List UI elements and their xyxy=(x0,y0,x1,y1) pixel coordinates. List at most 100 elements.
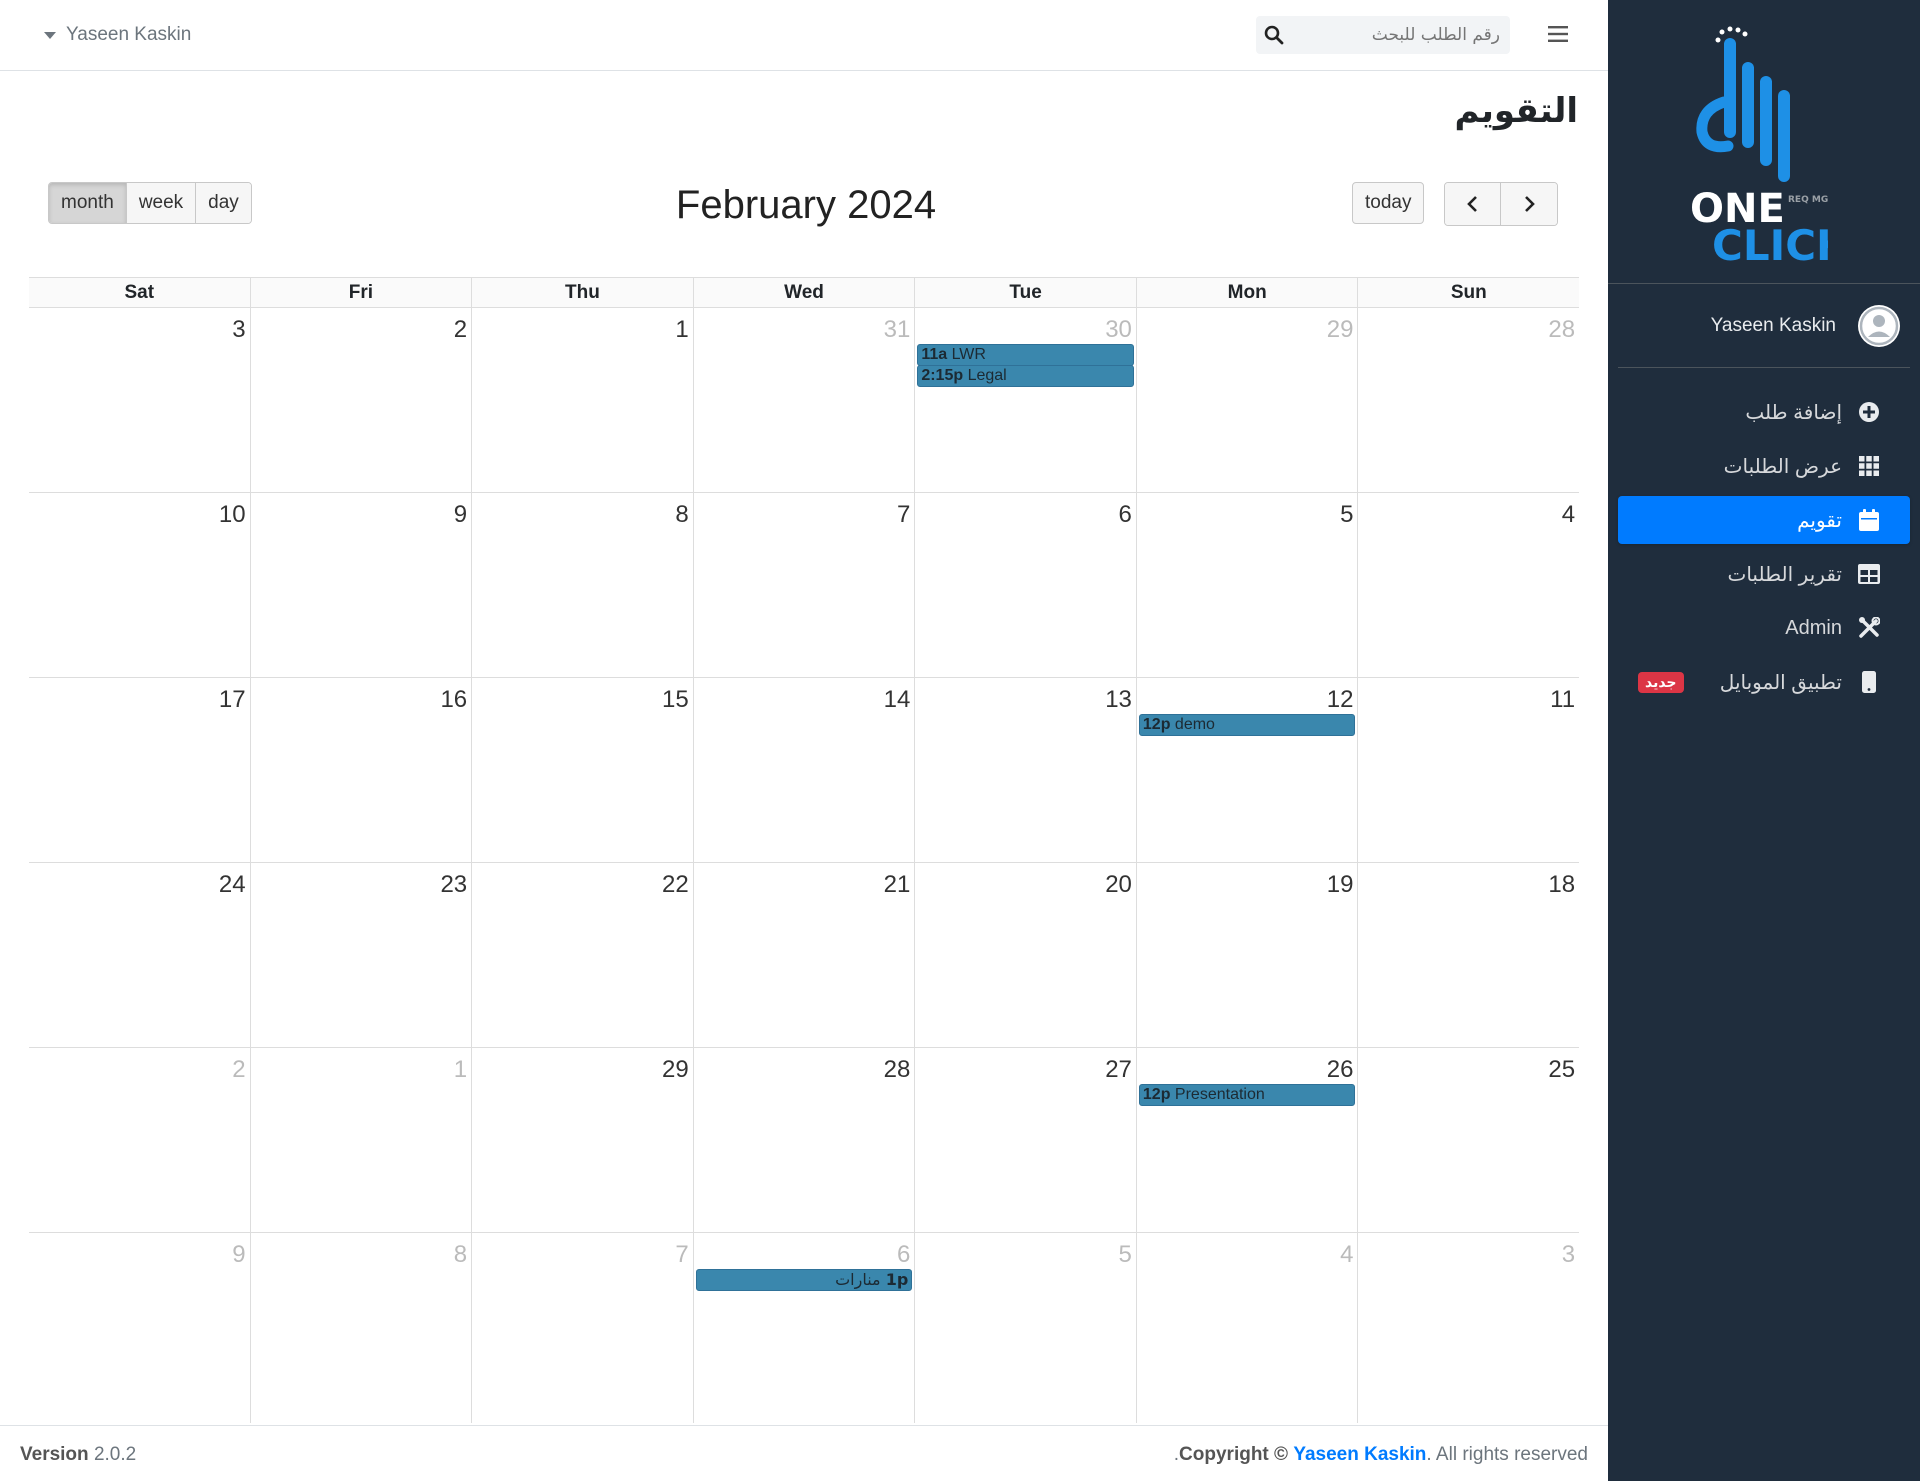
day-cell[interactable]: 20 xyxy=(914,863,1136,1047)
day-number[interactable]: 4 xyxy=(1562,501,1575,529)
day-cell[interactable]: 8 xyxy=(471,493,693,677)
next-month-button[interactable] xyxy=(1501,183,1557,225)
day-number[interactable]: 16 xyxy=(440,686,467,714)
day-number[interactable]: 29 xyxy=(662,1056,689,1084)
sidebar-item-mobile-app[interactable]: جديد تطبيق الموبايل xyxy=(1618,658,1910,706)
user-dropdown[interactable]: Yaseen Kaskin xyxy=(44,24,191,46)
day-number[interactable]: 20 xyxy=(1105,871,1132,899)
day-cell[interactable]: 7 xyxy=(692,493,915,677)
day-number[interactable]: 1 xyxy=(454,1056,467,1084)
day-number[interactable]: 9 xyxy=(232,1241,245,1269)
calendar-event[interactable]: 12p Presentation xyxy=(1138,1084,1356,1106)
day-cell[interactable]: 30 11a LWR 2:15p Legal xyxy=(914,308,1136,492)
day-cell[interactable]: 9 xyxy=(249,493,472,677)
day-number[interactable]: 6 xyxy=(897,1241,910,1269)
day-cell[interactable]: 4 xyxy=(1357,493,1579,677)
day-cell[interactable]: 25 xyxy=(1357,1048,1579,1232)
day-number[interactable]: 8 xyxy=(675,501,688,529)
day-cell[interactable]: 24 xyxy=(29,863,250,1047)
search-input[interactable] xyxy=(1300,17,1510,53)
day-cell[interactable]: 9 xyxy=(29,1233,250,1423)
day-cell[interactable]: 19 xyxy=(1135,863,1358,1047)
day-cell[interactable]: 1 xyxy=(249,1048,472,1232)
sidebar-item-view-requests[interactable]: عرض الطلبات xyxy=(1618,442,1910,490)
day-cell[interactable]: 21 xyxy=(692,863,915,1047)
day-cell[interactable]: 17 xyxy=(29,678,250,862)
day-number[interactable]: 4 xyxy=(1340,1241,1353,1269)
day-cell[interactable]: 7 xyxy=(471,1233,693,1423)
menu-toggle-icon[interactable] xyxy=(1548,25,1568,48)
day-cell[interactable]: 6 xyxy=(914,493,1136,677)
day-cell[interactable]: 29 xyxy=(471,1048,693,1232)
day-number[interactable]: 30 xyxy=(1105,316,1132,344)
day-number[interactable]: 12 xyxy=(1327,686,1354,714)
day-cell[interactable]: 4 xyxy=(1135,1233,1358,1423)
day-number[interactable]: 25 xyxy=(1548,1056,1575,1084)
day-cell[interactable]: 2 xyxy=(249,308,472,492)
prev-month-button[interactable] xyxy=(1445,183,1501,225)
day-number[interactable]: 7 xyxy=(897,501,910,529)
day-number[interactable]: 9 xyxy=(454,501,467,529)
day-number[interactable]: 23 xyxy=(440,871,467,899)
day-cell[interactable]: 3 xyxy=(1357,1233,1579,1423)
day-cell[interactable]: 5 xyxy=(1135,493,1358,677)
day-cell[interactable]: 10 xyxy=(29,493,250,677)
day-number[interactable]: 21 xyxy=(884,871,911,899)
day-number[interactable]: 11 xyxy=(1550,686,1575,714)
day-cell[interactable]: 26 12p Presentation xyxy=(1135,1048,1358,1232)
day-cell[interactable]: 8 xyxy=(249,1233,472,1423)
day-cell[interactable]: 28 xyxy=(1357,308,1579,492)
day-cell[interactable]: 11 xyxy=(1357,678,1579,862)
day-cell[interactable]: 16 xyxy=(249,678,472,862)
day-number[interactable]: 2 xyxy=(454,316,467,344)
day-cell[interactable]: 22 xyxy=(471,863,693,1047)
day-number[interactable]: 5 xyxy=(1119,1241,1132,1269)
calendar-event[interactable]: 11a LWR xyxy=(917,344,1134,366)
sidebar-user-name[interactable]: Yaseen Kaskin xyxy=(1711,315,1836,337)
day-cell[interactable]: 5 xyxy=(914,1233,1136,1423)
day-number[interactable]: 27 xyxy=(1105,1056,1132,1084)
day-cell[interactable]: 14 xyxy=(692,678,915,862)
calendar-event[interactable]: 2:15p Legal xyxy=(917,365,1134,387)
day-cell[interactable]: 2 xyxy=(29,1048,250,1232)
day-cell[interactable]: 23 xyxy=(249,863,472,1047)
day-cell[interactable]: 1 xyxy=(471,308,693,492)
day-number[interactable]: 26 xyxy=(1327,1056,1354,1084)
day-number[interactable]: 22 xyxy=(662,871,689,899)
day-number[interactable]: 7 xyxy=(675,1241,688,1269)
day-cell[interactable]: 3 xyxy=(29,308,250,492)
day-number[interactable]: 17 xyxy=(219,686,246,714)
day-number[interactable]: 5 xyxy=(1340,501,1353,529)
day-cell[interactable]: 31 xyxy=(692,308,915,492)
day-number[interactable]: 8 xyxy=(454,1241,467,1269)
sidebar-item-admin[interactable]: Admin xyxy=(1618,604,1910,652)
day-number[interactable]: 18 xyxy=(1548,871,1575,899)
day-number[interactable]: 3 xyxy=(1562,1241,1575,1269)
day-number[interactable]: 1 xyxy=(675,316,688,344)
today-button[interactable]: today xyxy=(1352,182,1425,224)
day-number[interactable]: 28 xyxy=(1548,316,1575,344)
day-cell[interactable]: 27 xyxy=(914,1048,1136,1232)
sidebar-item-calendar[interactable]: تقويم xyxy=(1618,496,1910,544)
user-panel[interactable]: Yaseen Kaskin xyxy=(1618,284,1910,368)
sidebar-item-requests-report[interactable]: تقرير الطلبات xyxy=(1618,550,1910,598)
day-number[interactable]: 31 xyxy=(884,316,911,344)
avatar-icon[interactable] xyxy=(1858,304,1900,347)
author-link[interactable]: Yaseen Kaskin xyxy=(1293,1444,1426,1465)
day-number[interactable]: 10 xyxy=(219,501,246,529)
calendar-event[interactable]: 12p demo xyxy=(1138,714,1356,736)
day-number[interactable]: 3 xyxy=(232,316,245,344)
brand-logo[interactable]: ONE REQ MGT CLICK xyxy=(1608,0,1920,284)
day-number[interactable]: 24 xyxy=(219,871,246,899)
calendar-event[interactable]: 1p منارات xyxy=(695,1269,913,1291)
day-number[interactable]: 15 xyxy=(662,686,689,714)
day-cell[interactable]: 13 xyxy=(914,678,1136,862)
day-cell[interactable]: 6 1p منارات xyxy=(692,1233,915,1423)
day-number[interactable]: 29 xyxy=(1327,316,1354,344)
day-number[interactable]: 6 xyxy=(1119,501,1132,529)
day-number[interactable]: 13 xyxy=(1105,686,1132,714)
day-cell[interactable]: 15 xyxy=(471,678,693,862)
sidebar-item-add-request[interactable]: إضافة طلب xyxy=(1618,388,1910,436)
day-number[interactable]: 2 xyxy=(232,1056,245,1084)
day-cell[interactable]: 18 xyxy=(1357,863,1579,1047)
